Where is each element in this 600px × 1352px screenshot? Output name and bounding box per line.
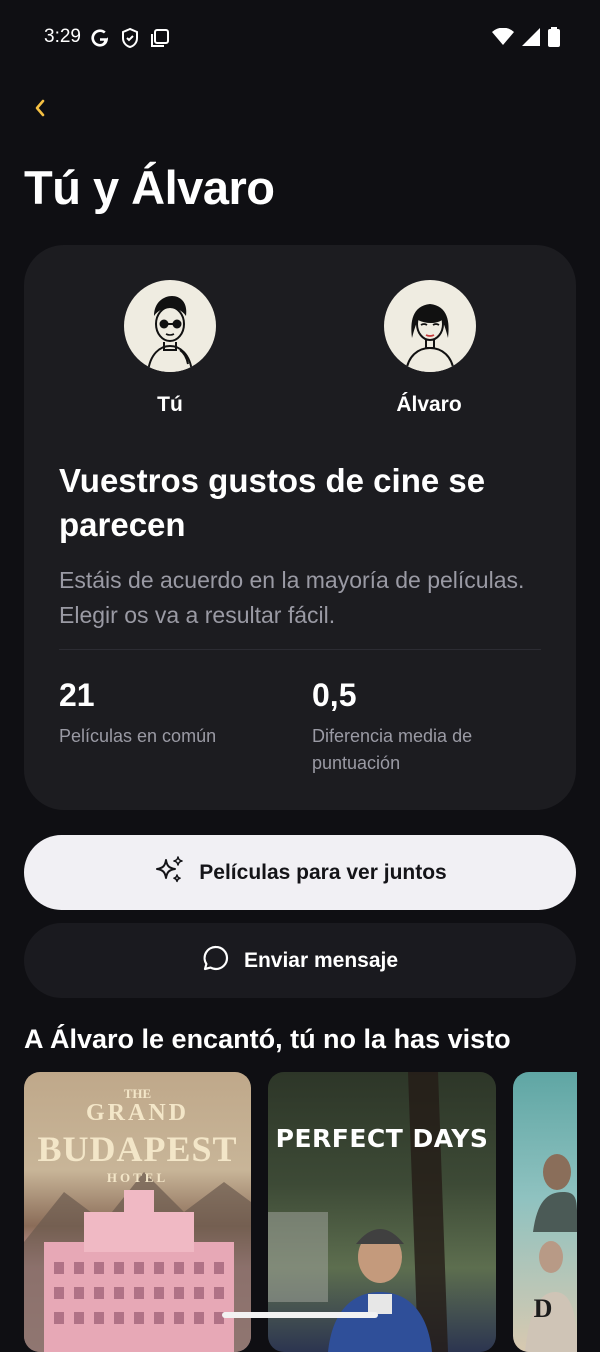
avatar-user[interactable] [124,280,216,372]
stat-common-films-label: Películas en común [59,726,217,746]
chat-bubble-icon [202,944,230,978]
poster-1-title-top: GRAND [86,1100,189,1126]
status-bar: 3:29 [0,0,600,76]
send-message-button[interactable]: Enviar mensaje [24,923,576,998]
watch-together-button[interactable]: Películas para ver juntos [24,835,576,910]
stat-common-films-value: 21 [59,677,95,713]
match-card: Tú Álvaro Vuestros gustos de cine se par… [24,245,576,810]
signal-icon [522,28,540,51]
sparkles-icon [153,854,185,892]
page-title: Tú y Álvaro [24,161,275,214]
poster-3-title: D [533,1294,553,1323]
battery-icon [548,27,560,52]
match-heading: Vuestros gustos de cine se parecen [59,462,486,543]
poster-perfect-days[interactable]: PERFECT DAYS [268,1072,496,1352]
avatar-alvaro[interactable] [384,280,476,372]
status-time: 3:29 [44,26,81,47]
poster-1-title-bottom: HOTEL [106,1170,169,1185]
send-message-label: Enviar mensaje [243,948,399,972]
stat-rating-diff-label: Diferencia media de puntuación [312,726,473,773]
google-icon [90,28,110,53]
poster-dune[interactable]: D [513,1072,577,1352]
section-title: A Álvaro le encantó, tú no la has visto [24,1024,511,1054]
chevron-left-icon [34,99,46,122]
home-indicator[interactable] [222,1312,378,1318]
divider [59,649,541,650]
shield-icon [120,27,140,54]
poster-1-title-main: BUDAPEST [37,1129,238,1169]
poster-2-title: PERFECT DAYS [275,1124,489,1153]
poster-grand-budapest-hotel[interactable]: THE GRAND BUDAPEST HOTEL [24,1072,251,1352]
watch-together-label: Películas para ver juntos [199,860,447,884]
back-button[interactable] [26,92,54,128]
stat-rating-diff-value: 0,5 [312,677,357,713]
avatar-label-alvaro: Álvaro [396,393,462,416]
avatar-label-user: Tú [157,393,183,416]
wifi-icon [492,27,514,51]
match-description: Estáis de acuerdo en la mayoría de pelíc… [59,567,525,628]
screenshot-icon [150,28,170,53]
